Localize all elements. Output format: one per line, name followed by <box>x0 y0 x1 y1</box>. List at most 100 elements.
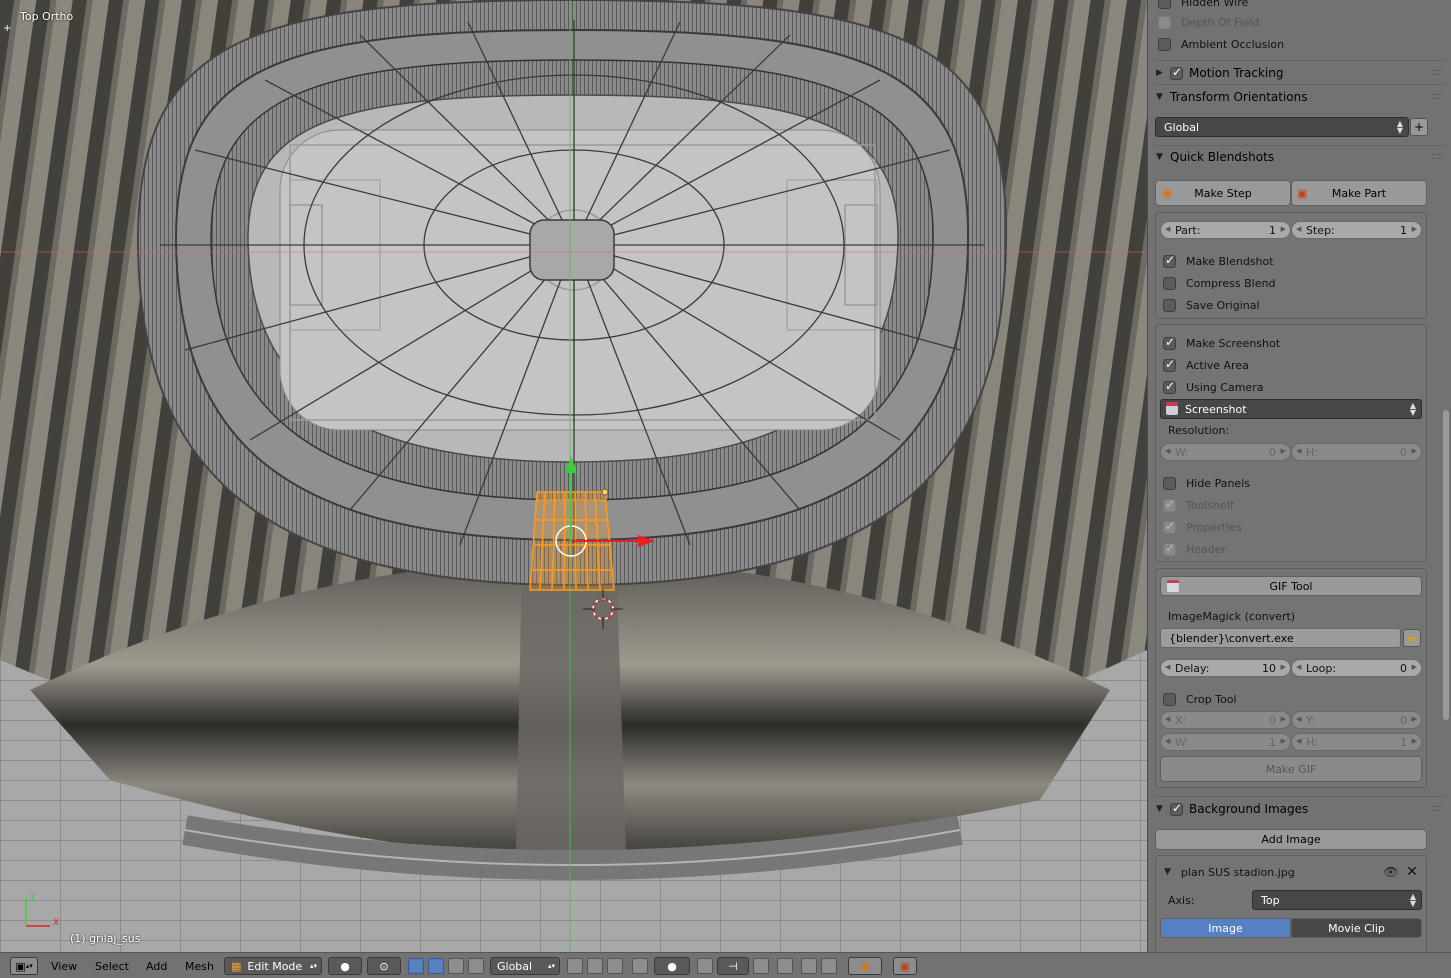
tab-image[interactable]: Image <box>1160 918 1291 938</box>
stadium-scene[interactable]: Y X + <box>0 0 1147 952</box>
using-camera-checkbox[interactable]: ✓ <box>1163 379 1176 394</box>
hide-panels-option[interactable]: Hide Panels <box>1163 473 1250 493</box>
compress-blend-checkbox[interactable] <box>1163 276 1176 290</box>
make-part-button[interactable]: ▣ Make Part <box>1291 180 1427 206</box>
increment-arrow-icon[interactable]: ▶ <box>1281 225 1286 233</box>
crop-h-field[interactable]: ◀ H: 1 ▶ <box>1291 733 1422 751</box>
tab-movie-clip[interactable]: Movie Clip <box>1291 918 1422 938</box>
save-original-checkbox[interactable] <box>1163 298 1176 312</box>
background-images-checkbox[interactable]: ✓ <box>1170 801 1183 816</box>
resolution-w-field[interactable]: ◀ W: 0 ▶ <box>1160 443 1291 461</box>
pivot-point-select[interactable]: ⊙ <box>367 957 401 975</box>
crop-y-field[interactable]: ◀ Y: 0 ▶ <box>1291 711 1422 729</box>
depth-of-field-checkbox[interactable] <box>1158 15 1171 29</box>
motion-tracking-checkbox[interactable]: ✓ <box>1170 65 1183 80</box>
ambient-occlusion-checkbox[interactable] <box>1158 37 1171 51</box>
snap-target-icon[interactable] <box>753 958 769 974</box>
orientation-select[interactable]: Global ▲ ▼ <box>1155 117 1409 137</box>
loop-field[interactable]: ◀ Loop: 0 ▶ <box>1291 659 1422 677</box>
scale-icon[interactable] <box>468 958 484 974</box>
rotate-icon[interactable] <box>448 958 464 974</box>
decrement-arrow-icon[interactable]: ◀ <box>1165 225 1170 233</box>
properties-checkbox[interactable]: ✓ <box>1163 519 1176 534</box>
transform-orientations-header[interactable]: ▼ Transform Orientations <box>1156 86 1444 108</box>
using-camera-option[interactable]: ✓ Using Camera <box>1163 377 1263 397</box>
close-icon[interactable]: ✕ <box>1403 863 1421 881</box>
active-area-checkbox[interactable]: ✓ <box>1163 357 1176 372</box>
render-button[interactable]: ▣ <box>893 957 917 975</box>
hide-panels-checkbox[interactable] <box>1163 476 1176 490</box>
make-gif-button[interactable]: Make GIF <box>1160 756 1422 782</box>
crop-x-field[interactable]: ◀ X: 0 ▶ <box>1160 711 1291 729</box>
hidden-wire-checkbox[interactable] <box>1158 0 1171 9</box>
eye-icon[interactable]: 👁 <box>1382 863 1400 881</box>
decrement-arrow-icon[interactable]: ◀ <box>1165 737 1170 745</box>
decrement-arrow-icon[interactable]: ◀ <box>1296 737 1301 745</box>
increment-arrow-icon[interactable]: ▶ <box>1412 225 1417 233</box>
manipulator-toggle-icon[interactable] <box>408 958 424 974</box>
make-screenshot-checkbox[interactable]: ✓ <box>1163 335 1176 350</box>
crop-tool-checkbox[interactable] <box>1163 692 1176 706</box>
3d-viewport[interactable]: Y X + Top Ortho (1) grilaj_sus <box>0 0 1147 952</box>
increment-arrow-icon[interactable]: ▶ <box>1412 663 1417 671</box>
toolshelf-option[interactable]: ✓ Toolshelf <box>1163 495 1234 515</box>
properties-option[interactable]: ✓ Properties <box>1163 517 1242 537</box>
decrement-arrow-icon[interactable]: ◀ <box>1296 715 1301 723</box>
expand-down-icon[interactable]: ▼ <box>1156 804 1170 814</box>
increment-arrow-icon[interactable]: ▶ <box>1281 737 1286 745</box>
toolshelf-checkbox[interactable]: ✓ <box>1163 497 1176 512</box>
limit-selection-icon[interactable] <box>632 958 648 974</box>
mode-select[interactable]: ▦ Edit Mode ▴▾ <box>224 957 322 975</box>
make-blendshot-option[interactable]: ✓ Make Blendshot <box>1163 251 1274 271</box>
drag-grip-icon[interactable] <box>1432 70 1442 75</box>
step-field[interactable]: ◀ Step: 1 ▶ <box>1291 221 1422 239</box>
proportional-edit-select[interactable]: ● <box>654 957 690 975</box>
panel-scrollbar[interactable] <box>1443 410 1449 720</box>
make-screenshot-option[interactable]: ✓ Make Screenshot <box>1163 333 1280 353</box>
expand-down-icon[interactable]: ▼ <box>1156 92 1170 102</box>
edge-select-icon[interactable] <box>587 958 603 974</box>
active-area-option[interactable]: ✓ Active Area <box>1163 355 1249 375</box>
snap-element-select[interactable]: ⊣ <box>717 957 749 975</box>
make-blendshot-checkbox[interactable]: ✓ <box>1163 253 1176 268</box>
menu-add[interactable]: Add <box>146 960 167 973</box>
increment-arrow-icon[interactable]: ▶ <box>1281 663 1286 671</box>
menu-view[interactable]: View <box>51 960 77 973</box>
render-animation-icon[interactable] <box>821 958 837 974</box>
blender-logo-button[interactable]: ◉ <box>848 957 882 975</box>
compress-blend-option[interactable]: Compress Blend <box>1163 273 1275 293</box>
face-select-icon[interactable] <box>607 958 623 974</box>
drag-grip-icon[interactable] <box>1432 94 1442 99</box>
quick-blendshots-header[interactable]: ▼ Quick Blendshots <box>1156 146 1444 168</box>
expand-down-icon[interactable]: ▼ <box>1156 152 1170 162</box>
editor-type-select[interactable]: ▣ ▴▾ <box>10 957 38 975</box>
delay-field[interactable]: ◀ Delay: 10 ▶ <box>1160 659 1291 677</box>
decrement-arrow-icon[interactable]: ◀ <box>1165 447 1170 455</box>
increment-arrow-icon[interactable]: ▶ <box>1412 737 1417 745</box>
crop-tool-option[interactable]: Crop Tool <box>1163 689 1237 709</box>
ambient-occlusion-option[interactable]: Ambient Occlusion <box>1158 34 1284 54</box>
decrement-arrow-icon[interactable]: ◀ <box>1296 447 1301 455</box>
menu-select[interactable]: Select <box>95 960 129 973</box>
increment-arrow-icon[interactable]: ▶ <box>1412 447 1417 455</box>
decrement-arrow-icon[interactable]: ◀ <box>1165 663 1170 671</box>
menu-mesh[interactable]: Mesh <box>185 960 214 973</box>
translate-icon[interactable] <box>428 958 444 974</box>
transform-orientation-select[interactable]: Global ▴▾ <box>490 957 560 975</box>
crop-w-field[interactable]: ◀ W: 1 ▶ <box>1160 733 1291 751</box>
viewport-shading-select[interactable]: ● <box>328 957 362 975</box>
layers-icon[interactable] <box>777 958 793 974</box>
render-image-icon[interactable] <box>801 958 817 974</box>
add-orientation-plus-icon[interactable]: + <box>1410 118 1428 136</box>
part-field[interactable]: ◀ Part: 1 ▶ <box>1160 221 1291 239</box>
background-images-header[interactable]: ▼ ✓ Background Images <box>1156 798 1444 820</box>
collapse-down-icon[interactable]: ▼ <box>1164 867 1171 877</box>
background-image-item[interactable]: ▼ plan SUS stadion.jpg <box>1164 862 1295 882</box>
decrement-arrow-icon[interactable]: ◀ <box>1296 225 1301 233</box>
snap-toggle-icon[interactable] <box>697 958 713 974</box>
imagemagick-path-input[interactable]: {blender}\convert.exe <box>1160 628 1401 648</box>
increment-arrow-icon[interactable]: ▶ <box>1281 447 1286 455</box>
folder-icon[interactable]: ▬ <box>1403 629 1421 647</box>
header-option[interactable]: ✓ Header <box>1163 539 1226 559</box>
expand-right-icon[interactable]: ▶ <box>1156 68 1170 78</box>
